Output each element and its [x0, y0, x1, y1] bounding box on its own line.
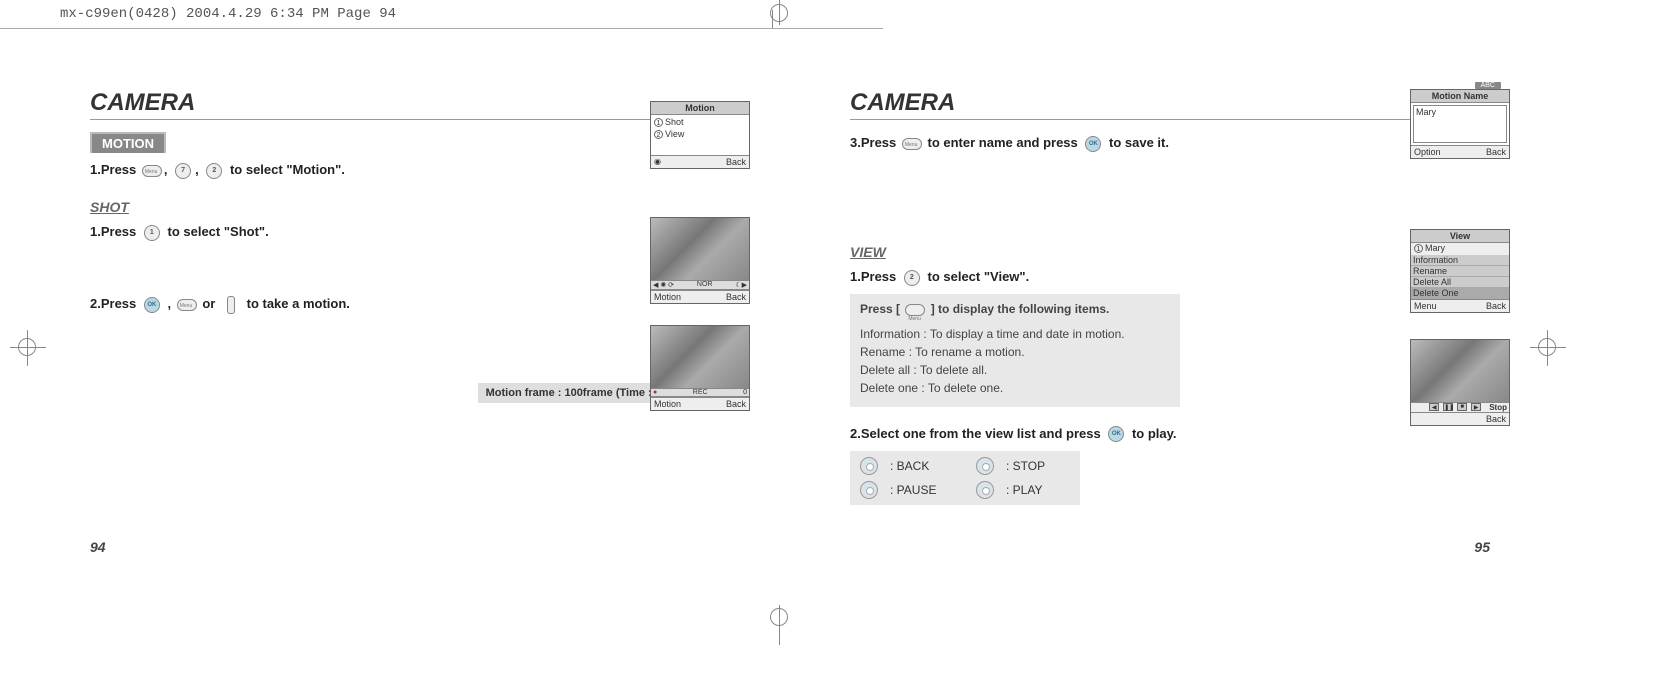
view-heading: VIEW — [850, 244, 1490, 260]
view-step-1: 1.Press 2 to select "View". — [850, 266, 1490, 288]
nav-down-icon — [860, 481, 878, 499]
side-key-icon — [227, 296, 235, 314]
menu-key-icon — [902, 138, 922, 150]
camera-preview-image — [651, 218, 749, 280]
menu-key-icon — [142, 165, 162, 177]
ok-key-icon: OK — [1085, 136, 1101, 152]
page-number-left: 94 — [90, 539, 106, 555]
section-title: CAMERA — [90, 89, 730, 120]
nav-left-icon — [860, 457, 878, 475]
nav-up-icon — [976, 457, 994, 475]
phone-playback: ◀ ❚❚ ■ ▶ Stop Back — [1410, 339, 1510, 426]
shot-heading: SHOT — [90, 199, 730, 215]
menu-info-box: Press [ ] to display the following items… — [850, 294, 1180, 407]
pause-icon: ❚❚ — [1443, 403, 1453, 411]
phone-shot-preview: ◀ ✺ ⟳NOR☾▶ MotionBack — [650, 217, 750, 304]
step-3: 3.Press to enter name and press OK to sa… — [850, 132, 1490, 154]
registration-mark-left — [10, 330, 46, 366]
page-number-right: 95 — [1474, 539, 1490, 555]
registration-mark-right — [1530, 330, 1566, 366]
key-2-icon: 2 — [206, 163, 222, 179]
key-7-icon: 7 — [175, 163, 191, 179]
page-95: CAMERA 3.Press to enter name and press O… — [850, 89, 1490, 505]
ok-key-icon: OK — [1108, 426, 1124, 442]
phone-view-menu: View 1Mary Information Rename Delete All… — [1410, 229, 1510, 313]
key-1-icon: 1 — [144, 225, 160, 241]
shot-step-1: 1.Press 1 to select "Shot". — [90, 221, 730, 243]
rewind-icon: ◀ — [1429, 403, 1439, 411]
section-title: CAMERA — [850, 89, 1490, 120]
header-text: mx-c99en(0428) 2004.4.29 6:34 PM Page 94 — [60, 6, 396, 22]
phone-recording: ●REC0 MotionBack — [650, 325, 750, 411]
ok-key-icon: OK — [144, 297, 160, 313]
menu-key-icon — [177, 299, 197, 311]
registration-mark-bottom — [760, 605, 800, 645]
playback-image — [1411, 340, 1509, 402]
phone-motion-menu: Motion 1Shot 2View ◉Back — [650, 101, 750, 169]
view-step-2: 2.Select one from the view list and pres… — [850, 423, 1490, 445]
input-mode-badge: ABC — [1475, 82, 1501, 89]
nav-right-icon — [976, 481, 994, 499]
shot-step-2: 2.Press OK , or to take a motion. — [90, 293, 730, 315]
key-2-icon: 2 — [904, 270, 920, 286]
playback-key-legend: : BACK : STOP : PAUSE : PLAY — [850, 451, 1080, 505]
phone-motion-name: ABC Motion Name Mary OptionBack — [1410, 89, 1510, 159]
menu-key-icon — [905, 304, 925, 316]
camera-preview-image — [651, 326, 749, 388]
page-94: CAMERA MOTION 1.Press , 7, 2 to select "… — [90, 89, 730, 505]
play-icon: ▶ — [1471, 403, 1481, 411]
motion-badge: MOTION — [90, 132, 166, 153]
motion-step-1: 1.Press , 7, 2 to select "Motion". — [90, 159, 730, 181]
stop-icon: ■ — [1457, 403, 1467, 411]
print-header: mx-c99en(0428) 2004.4.29 6:34 PM Page 94 — [0, 0, 883, 29]
registration-mark-top — [760, 0, 800, 25]
name-input: Mary — [1413, 105, 1507, 143]
